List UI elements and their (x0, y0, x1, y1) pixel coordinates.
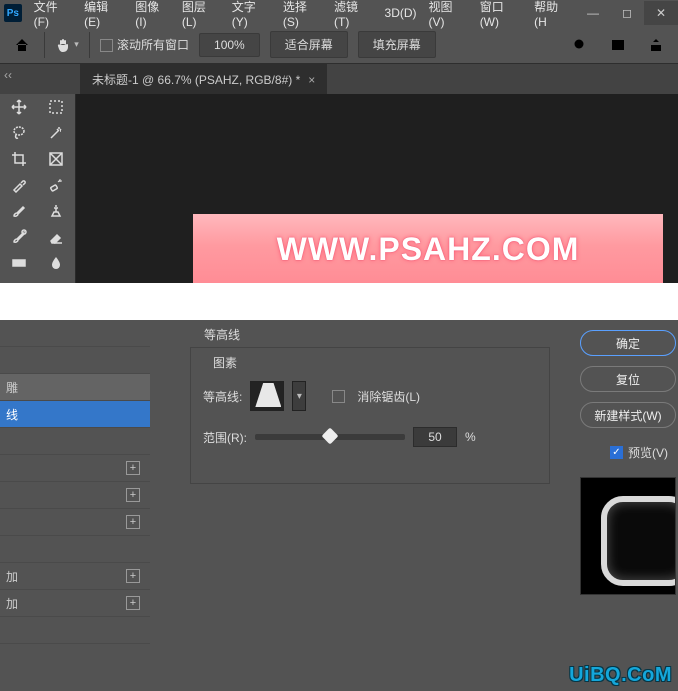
canvas-content: WWW.PSAHZ.COM (193, 214, 663, 283)
fill-screen-button[interactable]: 填充屏幕 (358, 31, 436, 58)
style-list-item[interactable] (0, 347, 150, 374)
menu-3d[interactable]: 3D(D) (379, 6, 423, 20)
home-icon[interactable] (10, 33, 34, 57)
style-item-label: 线 (6, 406, 18, 423)
contour-label: 等高线: (203, 388, 242, 405)
site-watermark: UiBQ.CoM (569, 664, 672, 687)
style-item-label: 雕 (6, 379, 18, 396)
style-list-item[interactable]: 线 (0, 401, 150, 428)
style-list-item[interactable]: + (0, 509, 150, 536)
elements-subtitle: 图素 (213, 354, 537, 371)
style-list-item[interactable] (0, 536, 150, 563)
new-style-button[interactable]: 新建样式(W) (580, 402, 676, 428)
panel-expand-icon[interactable]: ‹‹ (4, 68, 12, 82)
crop-tool-icon[interactable] (0, 146, 38, 172)
style-list-item[interactable]: + (0, 482, 150, 509)
contour-preset-picker[interactable] (250, 381, 284, 411)
menu-edit[interactable]: 编辑(E) (78, 0, 129, 29)
zoom-level-button[interactable]: 100% (199, 33, 260, 57)
menu-window[interactable]: 窗口(W) (474, 0, 528, 29)
menu-select[interactable]: 选择(S) (277, 0, 328, 29)
add-effect-icon[interactable]: + (126, 569, 140, 583)
fit-screen-button[interactable]: 适合屏幕 (270, 31, 348, 58)
add-effect-icon[interactable]: + (126, 515, 140, 529)
preview-label: 预览(V) (628, 444, 668, 461)
brush-tool-icon[interactable] (0, 198, 38, 224)
range-slider[interactable] (255, 434, 405, 440)
tools-panel (0, 94, 76, 283)
style-list-item[interactable]: 雕 (0, 374, 150, 401)
range-value-field[interactable]: 50 (413, 427, 457, 447)
range-unit: % (465, 430, 476, 444)
contour-group-title: 等高线 (190, 320, 560, 345)
share-icon[interactable] (644, 33, 668, 57)
options-bar: ▾ 滚动所有窗口 100% 适合屏幕 填充屏幕 (0, 26, 678, 64)
preview-checkbox[interactable]: ✓ (610, 446, 623, 459)
history-brush-tool-icon[interactable] (0, 224, 38, 250)
window-minimize-button[interactable]: — (576, 1, 610, 25)
close-tab-icon[interactable]: × (308, 73, 315, 87)
menu-help[interactable]: 帮助(H (528, 0, 576, 29)
document-tab[interactable]: 未标题-1 @ 66.7% (PSAHZ, RGB/8#) * × (80, 63, 327, 94)
style-item-label: 加 (6, 595, 18, 612)
menu-type[interactable]: 文字(Y) (226, 0, 277, 29)
menu-filter[interactable]: 滤镜(T) (328, 0, 379, 29)
contour-dropdown-icon[interactable]: ▾ (292, 381, 306, 411)
workspace-icon[interactable] (606, 33, 630, 57)
menu-view[interactable]: 视图(V) (423, 0, 474, 29)
frame-tool-icon[interactable] (38, 146, 76, 172)
style-preview-thumbnail (580, 477, 676, 595)
style-item-label: 加 (6, 568, 18, 585)
menu-file[interactable]: 文件(F) (28, 0, 79, 29)
gradient-tool-icon[interactable] (0, 250, 38, 276)
window-maximize-button[interactable]: ◻ (610, 1, 644, 25)
add-effect-icon[interactable]: + (126, 488, 140, 502)
scroll-all-windows-checkbox[interactable]: 滚动所有窗口 (100, 36, 189, 53)
add-effect-icon[interactable]: + (126, 596, 140, 610)
canvas-watermark-text: WWW.PSAHZ.COM (277, 231, 580, 268)
range-label: 范围(R): (203, 429, 247, 446)
add-effect-icon[interactable]: + (126, 461, 140, 475)
antialias-label: 消除锯齿(L) (357, 388, 420, 405)
canvas-area[interactable]: WWW.PSAHZ.COM (76, 94, 678, 283)
style-list-item[interactable]: 加+ (0, 590, 150, 617)
marquee-tool-icon[interactable] (38, 94, 76, 120)
ok-button[interactable]: 确定 (580, 330, 676, 356)
document-tab-title: 未标题-1 @ 66.7% (PSAHZ, RGB/8#) * (92, 71, 300, 88)
document-tab-bar: 未标题-1 @ 66.7% (PSAHZ, RGB/8#) * × (0, 64, 678, 94)
ps-logo-icon: Ps (4, 4, 22, 22)
style-list-item[interactable]: + (0, 455, 150, 482)
lasso-tool-icon[interactable] (0, 120, 38, 146)
healing-brush-tool-icon[interactable] (38, 172, 76, 198)
style-list-item[interactable] (0, 617, 150, 644)
menu-layer[interactable]: 图层(L) (176, 0, 226, 29)
menu-bar: Ps 文件(F) 编辑(E) 图像(I) 图层(L) 文字(Y) 选择(S) 滤… (0, 0, 678, 26)
magic-wand-tool-icon[interactable] (38, 120, 76, 146)
style-list-item[interactable] (0, 320, 150, 347)
cancel-button[interactable]: 复位 (580, 366, 676, 392)
style-list: 雕线+++加+加+ (0, 320, 150, 691)
eyedropper-tool-icon[interactable] (0, 172, 38, 198)
style-list-item[interactable]: 加+ (0, 563, 150, 590)
eraser-tool-icon[interactable] (38, 224, 76, 250)
style-list-item[interactable] (0, 428, 150, 455)
move-tool-icon[interactable] (0, 94, 38, 120)
contour-group-box: 图素 等高线: ▾ 消除锯齿(L) 范围(R): 50 % (190, 347, 550, 484)
antialias-checkbox[interactable] (332, 390, 345, 403)
search-icon[interactable] (568, 33, 592, 57)
blur-tool-icon[interactable] (38, 250, 76, 276)
window-close-button[interactable]: ✕ (644, 1, 678, 25)
clone-stamp-tool-icon[interactable] (38, 198, 76, 224)
menu-image[interactable]: 图像(I) (129, 0, 176, 29)
layer-style-dialog: 雕线+++加+加+ 等高线 图素 等高线: ▾ 消除锯齿(L) 范围(R): 5… (0, 320, 678, 691)
hand-tool-icon[interactable]: ▾ (55, 33, 79, 57)
